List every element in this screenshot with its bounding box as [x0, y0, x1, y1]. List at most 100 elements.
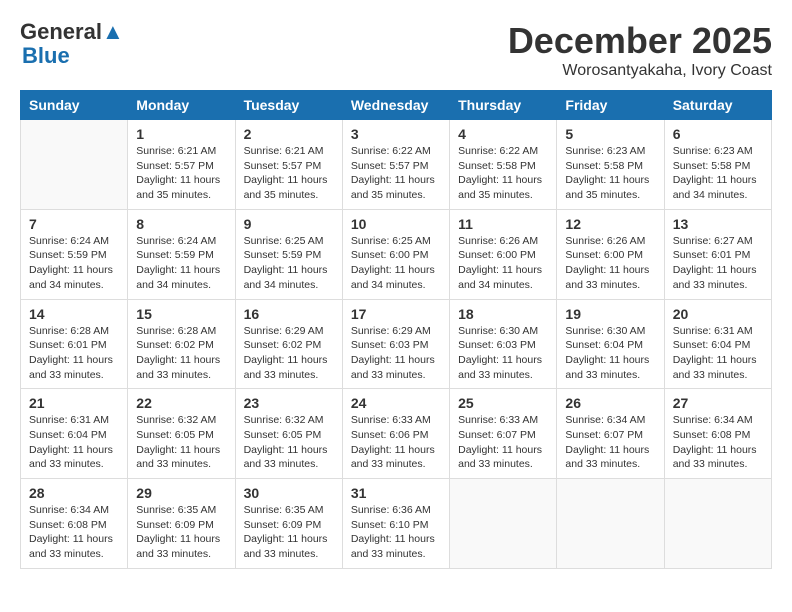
sunset-text: Sunset: 6:02 PM	[136, 338, 226, 353]
daylight-text: Daylight: 11 hours and 33 minutes.	[244, 443, 334, 472]
location-title: Worosantyakaha, Ivory Coast	[508, 62, 772, 80]
table-row: 20 Sunrise: 6:31 AM Sunset: 6:04 PM Dayl…	[664, 299, 771, 389]
sunset-text: Sunset: 5:59 PM	[244, 248, 334, 263]
day-info: Sunrise: 6:32 AM Sunset: 6:05 PM Dayligh…	[244, 413, 334, 472]
day-number: 30	[244, 485, 334, 501]
day-number: 8	[136, 216, 226, 232]
daylight-text: Daylight: 11 hours and 33 minutes.	[29, 443, 119, 472]
table-row: 4 Sunrise: 6:22 AM Sunset: 5:58 PM Dayli…	[450, 120, 557, 210]
sunset-text: Sunset: 6:06 PM	[351, 428, 441, 443]
sunrise-text: Sunrise: 6:30 AM	[565, 324, 655, 339]
sunrise-text: Sunrise: 6:31 AM	[29, 413, 119, 428]
header-monday: Monday	[128, 91, 235, 120]
day-info: Sunrise: 6:25 AM Sunset: 6:00 PM Dayligh…	[351, 234, 441, 293]
sunset-text: Sunset: 6:09 PM	[244, 518, 334, 533]
logo: General▲ Blue	[20, 20, 124, 68]
daylight-text: Daylight: 11 hours and 33 minutes.	[29, 353, 119, 382]
day-info: Sunrise: 6:36 AM Sunset: 6:10 PM Dayligh…	[351, 503, 441, 562]
day-number: 2	[244, 126, 334, 142]
sunrise-text: Sunrise: 6:24 AM	[29, 234, 119, 249]
daylight-text: Daylight: 11 hours and 33 minutes.	[244, 353, 334, 382]
day-info: Sunrise: 6:29 AM Sunset: 6:02 PM Dayligh…	[244, 324, 334, 383]
sunrise-text: Sunrise: 6:21 AM	[136, 144, 226, 159]
table-row: 22 Sunrise: 6:32 AM Sunset: 6:05 PM Dayl…	[128, 389, 235, 479]
table-row: 23 Sunrise: 6:32 AM Sunset: 6:05 PM Dayl…	[235, 389, 342, 479]
day-number: 31	[351, 485, 441, 501]
sunset-text: Sunset: 6:04 PM	[29, 428, 119, 443]
day-number: 3	[351, 126, 441, 142]
header-tuesday: Tuesday	[235, 91, 342, 120]
sunset-text: Sunset: 6:00 PM	[458, 248, 548, 263]
table-row: 19 Sunrise: 6:30 AM Sunset: 6:04 PM Dayl…	[557, 299, 664, 389]
sunrise-text: Sunrise: 6:34 AM	[673, 413, 763, 428]
daylight-text: Daylight: 11 hours and 35 minutes.	[565, 173, 655, 202]
daylight-text: Daylight: 11 hours and 33 minutes.	[136, 443, 226, 472]
calendar-header-row: Sunday Monday Tuesday Wednesday Thursday…	[21, 91, 772, 120]
day-info: Sunrise: 6:31 AM Sunset: 6:04 PM Dayligh…	[673, 324, 763, 383]
daylight-text: Daylight: 11 hours and 33 minutes.	[673, 263, 763, 292]
day-number: 20	[673, 306, 763, 322]
day-info: Sunrise: 6:22 AM Sunset: 5:58 PM Dayligh…	[458, 144, 548, 203]
calendar-week-3: 14 Sunrise: 6:28 AM Sunset: 6:01 PM Dayl…	[21, 299, 772, 389]
day-info: Sunrise: 6:35 AM Sunset: 6:09 PM Dayligh…	[136, 503, 226, 562]
day-number: 23	[244, 395, 334, 411]
table-row	[664, 479, 771, 569]
sunrise-text: Sunrise: 6:35 AM	[244, 503, 334, 518]
day-number: 1	[136, 126, 226, 142]
sunset-text: Sunset: 5:58 PM	[458, 159, 548, 174]
calendar-week-4: 21 Sunrise: 6:31 AM Sunset: 6:04 PM Dayl…	[21, 389, 772, 479]
title-area: December 2025 Worosantyakaha, Ivory Coas…	[508, 20, 772, 80]
calendar-week-2: 7 Sunrise: 6:24 AM Sunset: 5:59 PM Dayli…	[21, 209, 772, 299]
day-info: Sunrise: 6:33 AM Sunset: 6:07 PM Dayligh…	[458, 413, 548, 472]
day-number: 25	[458, 395, 548, 411]
logo-text: General▲	[20, 20, 124, 44]
day-info: Sunrise: 6:30 AM Sunset: 6:04 PM Dayligh…	[565, 324, 655, 383]
day-number: 13	[673, 216, 763, 232]
day-info: Sunrise: 6:23 AM Sunset: 5:58 PM Dayligh…	[673, 144, 763, 203]
table-row: 7 Sunrise: 6:24 AM Sunset: 5:59 PM Dayli…	[21, 209, 128, 299]
table-row: 3 Sunrise: 6:22 AM Sunset: 5:57 PM Dayli…	[342, 120, 449, 210]
day-info: Sunrise: 6:34 AM Sunset: 6:08 PM Dayligh…	[29, 503, 119, 562]
sunset-text: Sunset: 6:05 PM	[244, 428, 334, 443]
sunrise-text: Sunrise: 6:23 AM	[673, 144, 763, 159]
daylight-text: Daylight: 11 hours and 33 minutes.	[673, 353, 763, 382]
table-row: 25 Sunrise: 6:33 AM Sunset: 6:07 PM Dayl…	[450, 389, 557, 479]
header-thursday: Thursday	[450, 91, 557, 120]
day-number: 9	[244, 216, 334, 232]
day-number: 19	[565, 306, 655, 322]
sunrise-text: Sunrise: 6:33 AM	[351, 413, 441, 428]
header-sunday: Sunday	[21, 91, 128, 120]
daylight-text: Daylight: 11 hours and 33 minutes.	[351, 443, 441, 472]
sunset-text: Sunset: 6:05 PM	[136, 428, 226, 443]
day-info: Sunrise: 6:35 AM Sunset: 6:09 PM Dayligh…	[244, 503, 334, 562]
sunrise-text: Sunrise: 6:27 AM	[673, 234, 763, 249]
daylight-text: Daylight: 11 hours and 33 minutes.	[244, 532, 334, 561]
table-row: 17 Sunrise: 6:29 AM Sunset: 6:03 PM Dayl…	[342, 299, 449, 389]
day-number: 10	[351, 216, 441, 232]
sunset-text: Sunset: 6:02 PM	[244, 338, 334, 353]
day-info: Sunrise: 6:24 AM Sunset: 5:59 PM Dayligh…	[136, 234, 226, 293]
table-row: 5 Sunrise: 6:23 AM Sunset: 5:58 PM Dayli…	[557, 120, 664, 210]
daylight-text: Daylight: 11 hours and 34 minutes.	[136, 263, 226, 292]
sunset-text: Sunset: 6:08 PM	[29, 518, 119, 533]
sunset-text: Sunset: 6:04 PM	[565, 338, 655, 353]
sunset-text: Sunset: 6:01 PM	[29, 338, 119, 353]
day-info: Sunrise: 6:25 AM Sunset: 5:59 PM Dayligh…	[244, 234, 334, 293]
day-info: Sunrise: 6:28 AM Sunset: 6:01 PM Dayligh…	[29, 324, 119, 383]
day-info: Sunrise: 6:28 AM Sunset: 6:02 PM Dayligh…	[136, 324, 226, 383]
sunrise-text: Sunrise: 6:25 AM	[244, 234, 334, 249]
daylight-text: Daylight: 11 hours and 34 minutes.	[29, 263, 119, 292]
sunset-text: Sunset: 5:57 PM	[244, 159, 334, 174]
daylight-text: Daylight: 11 hours and 33 minutes.	[565, 263, 655, 292]
day-info: Sunrise: 6:34 AM Sunset: 6:08 PM Dayligh…	[673, 413, 763, 472]
header-wednesday: Wednesday	[342, 91, 449, 120]
table-row: 9 Sunrise: 6:25 AM Sunset: 5:59 PM Dayli…	[235, 209, 342, 299]
table-row	[557, 479, 664, 569]
table-row: 11 Sunrise: 6:26 AM Sunset: 6:00 PM Dayl…	[450, 209, 557, 299]
table-row: 16 Sunrise: 6:29 AM Sunset: 6:02 PM Dayl…	[235, 299, 342, 389]
day-number: 7	[29, 216, 119, 232]
sunset-text: Sunset: 6:03 PM	[458, 338, 548, 353]
daylight-text: Daylight: 11 hours and 33 minutes.	[351, 532, 441, 561]
sunrise-text: Sunrise: 6:32 AM	[136, 413, 226, 428]
day-info: Sunrise: 6:34 AM Sunset: 6:07 PM Dayligh…	[565, 413, 655, 472]
